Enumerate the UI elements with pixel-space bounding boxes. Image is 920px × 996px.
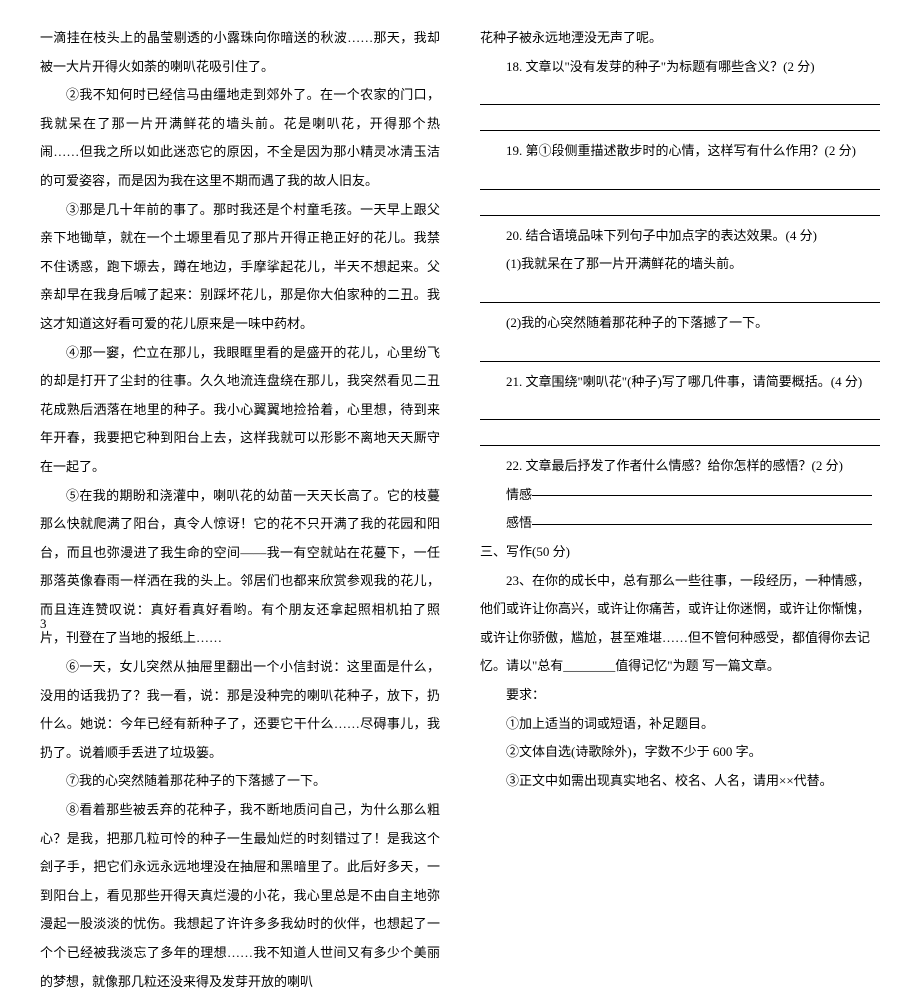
question-20-2: (2)我的心突然随着那花种子的下落撼了一下。 [480, 309, 880, 338]
requirement-1: ①加上适当的词或短语，补足题目。 [480, 710, 880, 739]
para-5: ⑤在我的期盼和浇灌中，喇叭花的幼苗一天天长高了。它的枝蔓那么快就爬满了阳台，真令… [40, 482, 440, 654]
answer-line[interactable] [480, 170, 880, 190]
label-emotion: 情感 [506, 487, 532, 502]
answer-inline[interactable] [532, 495, 872, 496]
question-23: 23、在你的成长中，总有那么一些往事，一段经历，一种情感，他们或许让你高兴，或许… [480, 567, 880, 681]
answer-line[interactable] [480, 400, 880, 420]
answer-line[interactable] [480, 342, 880, 362]
question-19: 19. 第①段侧重描述散步时的心情，这样写有什么作用？(2 分) [480, 137, 880, 166]
para-1: 一滴挂在枝头上的晶莹剔透的小露珠向你暗送的秋波……那天，我却被一大片开得火如荼的… [40, 24, 440, 81]
answer-line[interactable] [480, 196, 880, 216]
answer-line[interactable] [480, 283, 880, 303]
requirement-3: ③正文中如需出现真实地名、校名、人名，请用××代替。 [480, 767, 880, 796]
para-6: ⑥一天，女儿突然从抽屉里翻出一个小信封说：这里面是什么，没用的话我扔了？我一看，… [40, 653, 440, 767]
para-3: ③那是几十年前的事了。那时我还是个村童毛孩。一天早上跟父亲下地锄草，就在一个土塬… [40, 196, 440, 339]
requirements-heading: 要求： [480, 681, 880, 710]
question-18: 18. 文章以"没有发芽的种子"为标题有哪些含义？(2 分) [480, 53, 880, 82]
section-3-heading: 三、写作(50 分) [480, 538, 880, 567]
para-2: ②我不知何时已经信马由缰地走到郊外了。在一个农家的门口，我就呆在了那一片开满鲜花… [40, 81, 440, 195]
answer-line[interactable] [480, 85, 880, 105]
para-cont: 花种子被永远地湮没无声了呢。 [480, 24, 880, 53]
question-20-1: (1)我就呆在了那一片开满鲜花的墙头前。 [480, 250, 880, 279]
para-4: ④那一窭，伫立在那儿，我眼眶里看的是盛开的花儿，心里纷飞的却是打开了尘封的往事。… [40, 339, 440, 482]
question-22: 22. 文章最后抒发了作者什么情感？给你怎样的感悟？(2 分) [480, 452, 880, 481]
para-7: ⑦我的心突然随着那花种子的下落撼了一下。 [40, 767, 440, 796]
answer-line[interactable] [480, 111, 880, 131]
question-20: 20. 结合语境品味下列句子中加点字的表达效果。(4 分) [480, 222, 880, 251]
label-insight: 感悟 [506, 515, 532, 530]
page-number: 3 [40, 610, 47, 639]
requirement-2: ②文体自选(诗歌除外)，字数不少于 600 字。 [480, 738, 880, 767]
para-8: ⑧看着那些被丢弃的花种子，我不断地质问自己，为什么那么粗心？是我，把那几粒可怜的… [40, 796, 440, 996]
question-22-emotion: 情感 [480, 481, 880, 510]
question-22-insight: 感悟 [480, 509, 880, 538]
right-column: 花种子被永远地湮没无声了呢。 18. 文章以"没有发芽的种子"为标题有哪些含义？… [480, 24, 880, 631]
question-21: 21. 文章围绕"喇叭花"(种子)写了哪几件事，请简要概括。(4 分) [480, 368, 880, 397]
answer-line[interactable] [480, 426, 880, 446]
answer-inline[interactable] [532, 524, 872, 525]
left-column: 一滴挂在枝头上的晶莹剔透的小露珠向你暗送的秋波……那天，我却被一大片开得火如荼的… [40, 24, 440, 631]
